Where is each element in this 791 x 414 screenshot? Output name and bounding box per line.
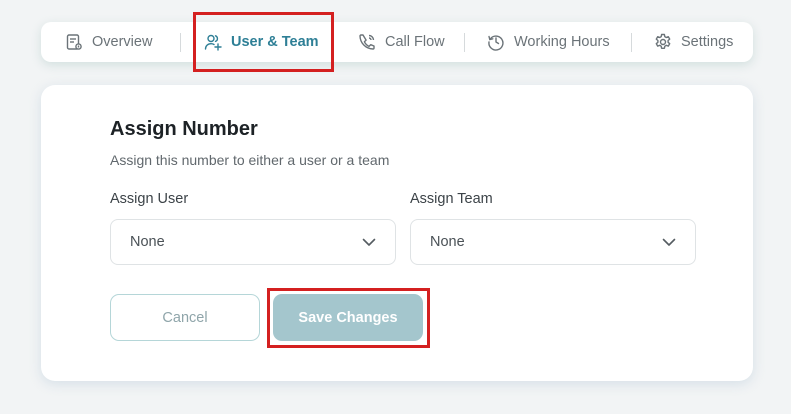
chevron-down-icon <box>362 238 376 246</box>
tab-settings[interactable]: Settings <box>654 22 733 62</box>
tab-working-hours[interactable]: Working Hours <box>487 22 610 62</box>
tab-overview[interactable]: Overview <box>65 22 152 62</box>
tab-divider <box>464 33 465 52</box>
tab-user-team[interactable]: User & Team <box>204 22 319 62</box>
tab-settings-label: Settings <box>681 34 734 50</box>
tab-divider <box>631 33 632 52</box>
assign-user-label: Assign User <box>110 191 189 207</box>
cancel-button[interactable]: Cancel <box>110 294 260 341</box>
tab-call-flow-label: Call Flow <box>385 34 445 50</box>
tab-call-flow[interactable]: Call Flow <box>358 22 445 62</box>
assign-user-value: None <box>130 234 165 250</box>
assign-team-label: Assign Team <box>410 191 493 207</box>
save-changes-button[interactable]: Save Changes <box>273 294 423 341</box>
phone-icon <box>359 34 375 50</box>
tab-working-hours-label: Working Hours <box>514 34 610 50</box>
gear-icon <box>655 33 671 49</box>
overview-icon <box>66 34 82 50</box>
page-title: Assign Number <box>110 118 258 140</box>
tab-divider <box>180 33 181 52</box>
clock-icon <box>488 35 504 51</box>
assign-number-card: Assign Number Assign this number to eith… <box>41 85 753 381</box>
page-subtitle: Assign this number to either a user or a… <box>110 152 390 168</box>
assign-user-select[interactable]: None <box>110 219 396 265</box>
tab-overview-label: Overview <box>92 34 153 50</box>
tab-user-team-label: User & Team <box>231 34 319 50</box>
tab-bar: Overview User & Team Call Flow Working H… <box>41 22 753 62</box>
user-team-icon <box>204 34 222 51</box>
chevron-down-icon <box>662 238 676 246</box>
assign-team-select[interactable]: None <box>410 219 696 265</box>
assign-team-value: None <box>430 234 465 250</box>
